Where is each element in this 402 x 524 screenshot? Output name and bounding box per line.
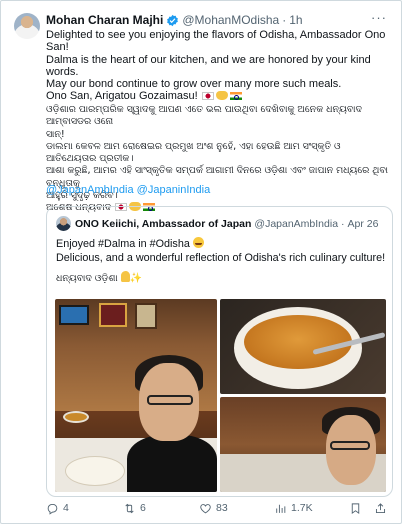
photo-ambassador-selfie[interactable]	[220, 397, 386, 492]
author-handle[interactable]: @MohanMOdisha	[182, 13, 279, 27]
repost-count: 6	[140, 502, 146, 514]
header-separator: ·	[282, 13, 287, 27]
post-line: May our bond continue to grow over many …	[46, 78, 342, 91]
bookmark-icon	[351, 502, 360, 514]
action-bar: 4 6 83 1.7K	[46, 501, 391, 515]
japan-flag-icon	[201, 92, 214, 101]
repost-button[interactable]: 6	[123, 502, 146, 515]
quoted-post-text: Enjoyed #Dalma in #Odisha Delicious, and…	[56, 237, 386, 285]
post-sign-text: Ono San, Arigatou Gozaimasu!	[46, 90, 198, 103]
post-text-english: Delighted to see you enjoying the flavor…	[46, 29, 391, 103]
handshake-icon	[215, 91, 228, 101]
author-name[interactable]: Mohan Charan Majhi	[46, 13, 163, 27]
like-count: 83	[216, 502, 228, 514]
post-line: Dalma is the heart of our kitchen, and w…	[46, 53, 371, 78]
share-button[interactable]	[374, 502, 387, 515]
reply-count: 4	[63, 502, 69, 514]
quoted-author-handle[interactable]: @JapanAmbIndia	[254, 218, 338, 230]
mentions: @JapanAmbIndia @JapaninIndia	[46, 184, 391, 196]
post-header: Mohan Charan Majhi @MohanMOdisha · 1h ··…	[46, 10, 387, 28]
post-line: ଡାଲମା କେବଳ ଆମ ରୋଷେଇର ପ୍ରମୁଖ ଅଂଶ ନୁହେଁ, ଏ…	[46, 140, 341, 165]
folded-hands-icon	[120, 271, 130, 282]
india-flag-icon	[229, 92, 242, 101]
post-timestamp[interactable]: 1h	[289, 13, 302, 27]
repost-icon	[125, 503, 134, 513]
verified-badge-icon	[167, 14, 179, 26]
quoted-line-text: Enjoyed #Dalma in #Odisha	[56, 238, 190, 250]
quoted-post-timestamp[interactable]: Apr 26	[348, 218, 379, 230]
post-line: ଓଡ଼ିଶାର ପାରମ୍ପରିକ ସ୍ୱାଦକୁ ଆପଣ ଏତେ ଭଲ ପାଉ…	[46, 104, 362, 128]
quoted-post-header: ONO Keiichi, Ambassador of Japan @JapanA…	[56, 216, 384, 231]
mention-link[interactable]: @JapaninIndia	[137, 184, 211, 196]
quoted-line-text: ଧନ୍ୟବାଦ ଓଡ଼ିଶା	[56, 273, 118, 284]
post-sign-line: Ono San, Arigatou Gozaimasu!	[46, 90, 391, 102]
views-chart-icon	[276, 504, 286, 513]
bookmark-button[interactable]	[349, 502, 362, 515]
post-card[interactable]: Mohan Charan Majhi @MohanMOdisha · 1h ··…	[0, 0, 402, 524]
sparkles-icon: ✨	[129, 273, 142, 284]
views-count: 1.7K	[291, 502, 313, 514]
more-options-icon[interactable]: ···	[371, 10, 387, 25]
author-avatar[interactable]	[14, 13, 40, 39]
reply-button[interactable]: 4	[46, 502, 69, 515]
post-line: ସାନ୍!	[46, 128, 65, 140]
reply-icon	[47, 503, 58, 515]
quoted-line: ଧନ୍ୟବାଦ ଓଡ଼ିଶା ✨	[56, 271, 386, 285]
quoted-post[interactable]: ONO Keiichi, Ambassador of Japan @JapanA…	[46, 206, 393, 497]
yum-face-icon	[192, 237, 204, 248]
quoted-header-separator: ·	[341, 217, 345, 230]
heart-icon	[200, 503, 211, 513]
quoted-line: Enjoyed #Dalma in #Odisha	[56, 237, 386, 252]
photo-ambassador-restaurant[interactable]	[55, 299, 217, 492]
like-button[interactable]: 83	[199, 502, 228, 515]
quoted-line: Delicious, and a wonderful reflection of…	[56, 251, 386, 264]
mention-link[interactable]: @JapanAmbIndia	[46, 184, 134, 196]
quoted-author-name[interactable]: ONO Keiichi, Ambassador of Japan	[75, 218, 251, 230]
quoted-author-avatar[interactable]	[56, 216, 71, 231]
share-icon	[375, 502, 386, 513]
photo-dalma-pot[interactable]	[220, 299, 386, 394]
post-text-odia: ଓଡ଼ିଶାର ପାରମ୍ପରିକ ସ୍ୱାଦକୁ ଆପଣ ଏତେ ଭଲ ପାଉ…	[46, 104, 391, 215]
views-button[interactable]: 1.7K	[274, 502, 313, 515]
post-line: Delighted to see you enjoying the flavor…	[46, 29, 386, 54]
